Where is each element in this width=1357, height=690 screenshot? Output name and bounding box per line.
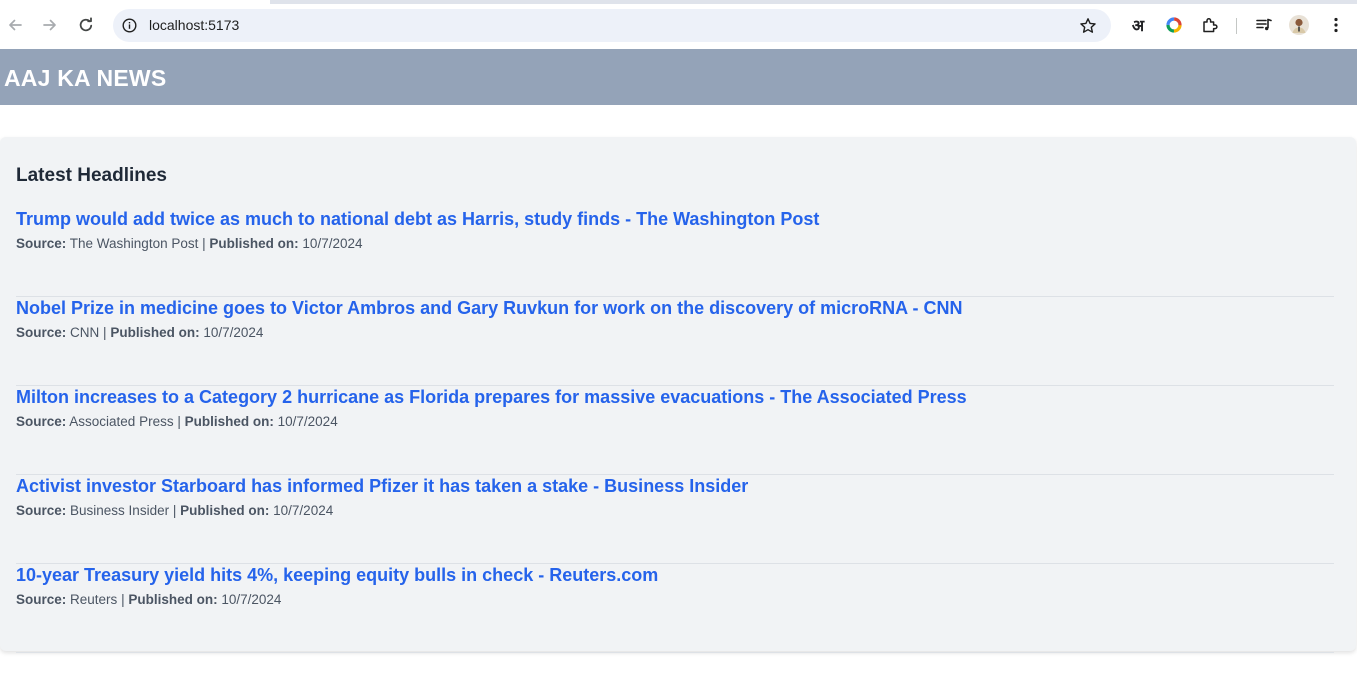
kebab-menu-icon[interactable] bbox=[1325, 14, 1347, 36]
url-text[interactable]: localhost:5173 bbox=[149, 17, 239, 34]
meta-separator: | bbox=[103, 325, 107, 340]
published-date: 10/7/2024 bbox=[221, 592, 282, 607]
published-date: 10/7/2024 bbox=[277, 414, 338, 429]
news-headline-link[interactable]: Activist investor Starboard has informed… bbox=[16, 475, 748, 497]
news-item: 10-year Treasury yield hits 4%, keeping … bbox=[16, 564, 1334, 653]
news-meta: Source: The Washington Post | Published … bbox=[16, 235, 362, 252]
news-meta: Source: Associated Press | Published on:… bbox=[16, 413, 338, 430]
source-label: Source: bbox=[16, 236, 67, 251]
back-icon[interactable] bbox=[3, 13, 27, 37]
published-date: 10/7/2024 bbox=[302, 236, 363, 251]
news-item: Milton increases to a Category 2 hurrica… bbox=[16, 386, 1334, 475]
meta-separator: | bbox=[172, 503, 177, 518]
source-value: CNN bbox=[70, 325, 100, 340]
published-label: Published on: bbox=[184, 414, 274, 429]
toolbar-divider bbox=[1236, 18, 1237, 34]
news-item: Trump would add twice as much to nationa… bbox=[16, 208, 1334, 297]
forward-icon[interactable] bbox=[38, 13, 62, 37]
meta-separator: | bbox=[177, 414, 181, 429]
news-headline-link[interactable]: Nobel Prize in medicine goes to Victor A… bbox=[16, 297, 963, 319]
site-info-icon[interactable] bbox=[121, 17, 138, 34]
translate-extension-icon[interactable]: अ bbox=[1127, 14, 1149, 36]
published-label: Published on: bbox=[128, 592, 218, 607]
published-label: Published on: bbox=[209, 236, 299, 251]
section-title: Latest Headlines bbox=[16, 165, 167, 186]
news-meta: Source: Business Insider | Published on:… bbox=[16, 502, 333, 519]
source-label: Source: bbox=[16, 414, 67, 429]
news-headline-link[interactable]: Milton increases to a Category 2 hurrica… bbox=[16, 386, 967, 408]
app-title: AAJ KA NEWS bbox=[4, 65, 167, 91]
color-ring-extension-icon[interactable] bbox=[1163, 14, 1185, 36]
avatar[interactable] bbox=[1288, 14, 1310, 36]
app-header: AAJ KA NEWS bbox=[0, 49, 1357, 105]
headlines-card: Latest Headlines Trump would add twice a… bbox=[0, 137, 1356, 653]
published-date: 10/7/2024 bbox=[273, 503, 334, 518]
puzzle-extensions-icon[interactable] bbox=[1199, 14, 1221, 36]
news-item: Activist investor Starboard has informed… bbox=[16, 475, 1334, 564]
source-label: Source: bbox=[16, 325, 67, 340]
bookmark-star-icon[interactable] bbox=[1078, 16, 1098, 36]
published-date: 10/7/2024 bbox=[203, 325, 264, 340]
news-meta: Source: CNN | Published on: 10/7/2024 bbox=[16, 324, 263, 341]
source-label: Source: bbox=[16, 503, 67, 518]
source-value: Associated Press bbox=[69, 414, 174, 429]
meta-separator: | bbox=[121, 592, 125, 607]
source-value: Business Insider bbox=[70, 503, 170, 518]
reload-icon[interactable] bbox=[74, 13, 98, 37]
media-queue-icon[interactable] bbox=[1253, 14, 1275, 36]
browser-toolbar: localhost:5173 अ bbox=[0, 4, 1357, 48]
published-label: Published on: bbox=[180, 503, 270, 518]
news-list: Trump would add twice as much to nationa… bbox=[16, 208, 1334, 653]
hindi-glyph: अ bbox=[1131, 16, 1145, 35]
news-headline-link[interactable]: 10-year Treasury yield hits 4%, keeping … bbox=[16, 564, 658, 586]
published-label: Published on: bbox=[110, 325, 200, 340]
news-item: Nobel Prize in medicine goes to Victor A… bbox=[16, 297, 1334, 386]
address-bar[interactable]: localhost:5173 bbox=[113, 9, 1111, 42]
source-value: The Washington Post bbox=[69, 236, 199, 251]
meta-separator: | bbox=[202, 236, 206, 251]
news-meta: Source: Reuters | Published on: 10/7/202… bbox=[16, 591, 281, 608]
source-label: Source: bbox=[16, 592, 67, 607]
source-value: Reuters bbox=[70, 592, 118, 607]
news-headline-link[interactable]: Trump would add twice as much to nationa… bbox=[16, 208, 819, 230]
